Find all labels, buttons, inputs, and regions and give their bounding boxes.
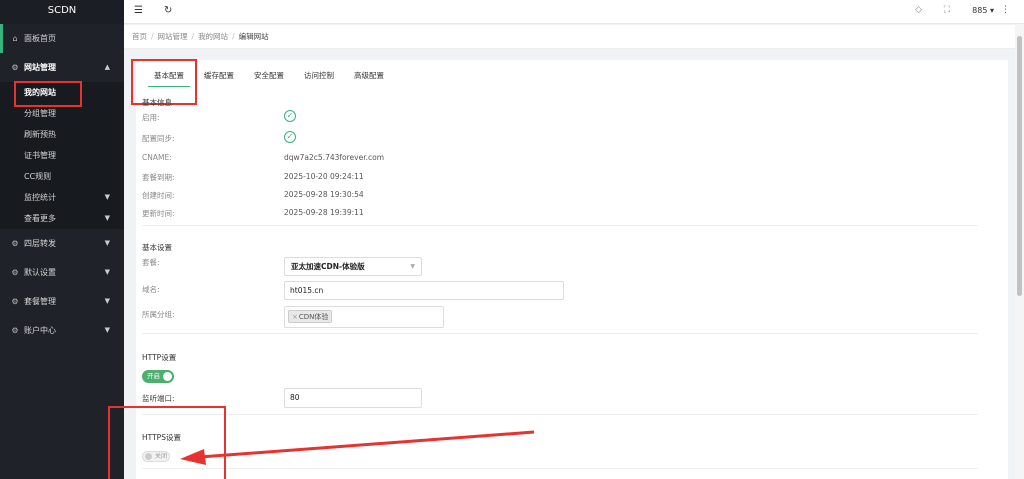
nav-package-management-label: 套餐管理 xyxy=(24,297,56,306)
updated-value: 2025-09-28 19:39:11 xyxy=(284,208,364,217)
nav-account-center[interactable]: ⚙ 账户中心 ▼ xyxy=(0,316,124,345)
chevron-down-icon: ▼ xyxy=(104,297,110,305)
group-multiselect[interactable]: ×CDN体验 xyxy=(284,306,444,328)
breadcrumb-separator: / xyxy=(151,32,154,41)
gear-icon: ⚙ xyxy=(11,268,19,277)
toggle-knob xyxy=(163,372,172,381)
tab-security-config[interactable]: 安全配置 xyxy=(244,68,294,90)
section-divider xyxy=(142,468,978,469)
breadcrumb-website-management[interactable]: 网站管理 xyxy=(158,32,188,41)
website-submenu: 我的网站 分组管理 刷新预热 证书管理 CC规则 监控统计 ▼ 查看更多 ▼ xyxy=(0,81,124,229)
section-divider xyxy=(142,414,978,415)
nav-default-settings-label: 默认设置 xyxy=(24,268,56,277)
sub-item-monitoring-label: 监控统计 xyxy=(24,193,56,202)
check-circle-icon: ✓ xyxy=(284,131,296,143)
nav-account-center-label: 账户中心 xyxy=(24,326,56,335)
refresh-icon[interactable]: ↻ xyxy=(164,5,172,16)
sub-item-my-websites[interactable]: 我的网站 xyxy=(0,81,124,107)
port-input[interactable]: 80 xyxy=(284,388,422,408)
breadcrumb-separator: / xyxy=(191,32,195,41)
gear-icon: ⚙ xyxy=(11,326,19,335)
updated-label: 更新时间: xyxy=(142,209,175,218)
chevron-down-icon: ▼ xyxy=(104,239,110,247)
sub-item-more[interactable]: 查看更多 ▼ xyxy=(0,208,124,229)
group-tag-label: CDN体验 xyxy=(298,313,329,321)
https-highlight-box xyxy=(108,406,226,479)
tab-access-control[interactable]: 访问控制 xyxy=(294,68,344,90)
brand-logo: SCDN xyxy=(0,0,124,24)
fullscreen-icon[interactable]: ⛶ xyxy=(944,5,950,15)
tab-cache-config[interactable]: 缓存配置 xyxy=(194,68,244,90)
nav-dashboard-label: 面板首页 xyxy=(24,34,56,43)
nav-package-management[interactable]: ⚙ 套餐管理 ▼ xyxy=(0,287,124,316)
group-tag: ×CDN体验 xyxy=(288,310,333,323)
top-bar: ☰ ↻ ◇ ⛶ 885 ▾ ⋮ xyxy=(124,0,1024,24)
domain-label: 域名: xyxy=(142,285,160,294)
breadcrumb-home[interactable]: 首页 xyxy=(132,32,147,41)
menu-fold-icon[interactable]: ☰ xyxy=(134,5,143,16)
package-label: 套餐: xyxy=(142,258,160,267)
created-label: 创建时间: xyxy=(142,191,175,200)
nav-default-settings[interactable]: ⚙ 默认设置 ▼ xyxy=(0,258,124,287)
check-circle-icon: ✓ xyxy=(284,110,296,122)
scrollbar[interactable] xyxy=(1015,24,1024,479)
breadcrumb-current: 编辑网站 xyxy=(238,32,269,41)
group-label: 所属分组: xyxy=(142,310,175,319)
basic-settings-title: 基本设置 xyxy=(142,243,172,252)
edit-website-panel: 基本配置 缓存配置 安全配置 访问控制 高级配置 基本信息 启用: ✓ 配置同步… xyxy=(108,59,1008,479)
gear-icon: ⚙ xyxy=(11,297,19,306)
gear-icon: ⚙ xyxy=(11,63,19,72)
chevron-down-icon: ▼ xyxy=(104,214,110,222)
breadcrumb: 首页 / 网站管理 / 我的网站 / 编辑网站 xyxy=(124,25,1024,49)
sub-item-certificates[interactable]: 证书管理 xyxy=(0,145,124,166)
sub-item-monitoring[interactable]: 监控统计 ▼ xyxy=(0,187,124,208)
nav-l4-forward[interactable]: ⚙ 四层转发 ▼ xyxy=(0,229,124,258)
tag-icon[interactable]: ◇ xyxy=(915,5,922,15)
config-tabs: 基本配置 缓存配置 安全配置 访问控制 高级配置 xyxy=(131,59,394,105)
section-divider xyxy=(142,333,978,334)
close-icon[interactable]: × xyxy=(292,313,298,321)
nav-dashboard[interactable]: ⌂ 面板首页 xyxy=(0,24,124,53)
basic-info-title: 基本信息 xyxy=(142,98,172,107)
chevron-down-icon: ▼ xyxy=(104,193,110,201)
sidebar: SCDN ⌂ 面板首页 ⚙ 网站管理 ▲ 我的网站 分组管理 刷新预热 证书管理… xyxy=(0,0,124,479)
nav-l4-forward-label: 四层转发 xyxy=(24,239,56,248)
more-vertical-icon[interactable]: ⋮ xyxy=(1001,5,1010,15)
breadcrumb-my-websites[interactable]: 我的网站 xyxy=(198,32,228,41)
scrollbar-thumb[interactable] xyxy=(1017,36,1022,296)
cname-label: CNAME: xyxy=(142,153,172,162)
enabled-label: 启用: xyxy=(142,113,160,122)
http-settings-title: HTTP设置 xyxy=(142,353,177,362)
section-divider xyxy=(142,225,978,226)
chevron-down-icon: ▼ xyxy=(410,263,415,270)
expire-value: 2025-10-20 09:24:11 xyxy=(284,172,364,181)
sub-item-cc-rules[interactable]: CC规则 xyxy=(0,166,124,187)
created-value: 2025-09-28 19:30:54 xyxy=(284,190,364,199)
breadcrumb-separator: / xyxy=(232,32,235,41)
nav-website-management[interactable]: ⚙ 网站管理 ▲ xyxy=(0,53,124,82)
cname-value: dqw7a2c5.743forever.com xyxy=(284,153,385,162)
tab-advanced-config[interactable]: 高级配置 xyxy=(344,68,394,90)
package-select-value: 亚太加速CDN-体验版 xyxy=(291,262,365,271)
domain-input[interactable]: ht015.cn xyxy=(284,281,564,300)
home-icon: ⌂ xyxy=(12,34,18,43)
chevron-down-icon: ▼ xyxy=(104,326,110,334)
sub-item-groups[interactable]: 分组管理 xyxy=(0,103,124,124)
sync-label: 配置同步: xyxy=(142,134,175,143)
sub-item-more-label: 查看更多 xyxy=(24,214,56,223)
package-select[interactable]: 亚太加速CDN-体验版 ▼ xyxy=(284,257,422,276)
sub-item-refresh[interactable]: 刷新预热 xyxy=(0,124,124,145)
http-toggle-label: 开启 xyxy=(147,372,160,380)
http-toggle[interactable]: 开启 xyxy=(142,370,174,383)
expire-label: 套餐到期: xyxy=(142,173,175,182)
nav-website-management-label: 网站管理 xyxy=(24,63,56,72)
user-menu[interactable]: 885 ▾ xyxy=(972,6,994,15)
chevron-up-icon: ▲ xyxy=(104,63,110,71)
port-label: 监听端口: xyxy=(142,394,175,403)
chevron-down-icon: ▼ xyxy=(104,268,110,276)
gear-icon: ⚙ xyxy=(11,239,19,248)
